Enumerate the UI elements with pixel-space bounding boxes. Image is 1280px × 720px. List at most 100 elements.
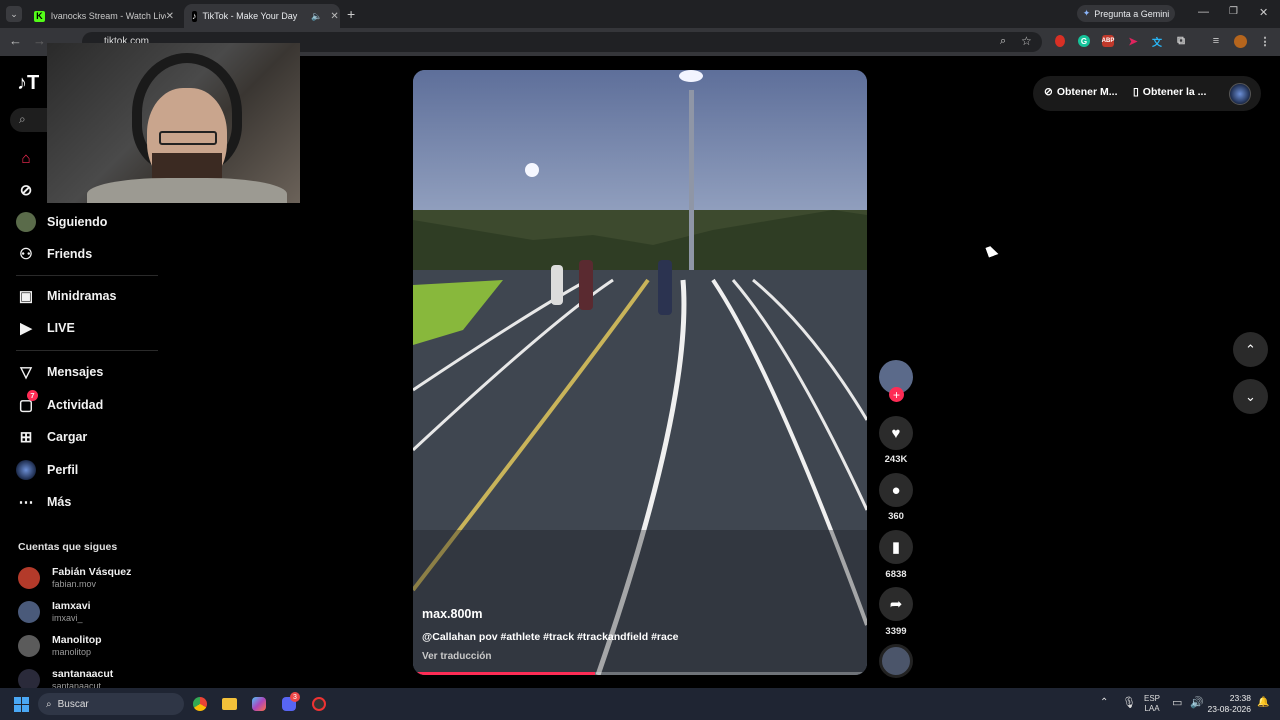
share-button[interactable]: ➦ (879, 587, 913, 621)
sidebar-item-actividad[interactable]: ▢ 7 Actividad (16, 390, 104, 415)
avatar (18, 634, 40, 657)
microphone-icon[interactable]: 🎙 (1122, 696, 1136, 709)
tab-list-menu-button[interactable]: ⌄ (6, 6, 22, 22)
live-icon: ▶ (20, 320, 32, 337)
tiktok-logo[interactable]: ♪T (17, 72, 39, 95)
following-username: manolitop (52, 647, 92, 657)
discord-icon[interactable]: 3 (282, 692, 300, 711)
language-indicator[interactable]: ESP LAA (1144, 694, 1160, 714)
gemini-label: Pregunta a Gemini (1094, 8, 1170, 19)
close-window-button[interactable]: ✕ (1259, 6, 1268, 19)
sidebar-item-minidramas[interactable]: ▣ Minidramas (16, 286, 117, 306)
get-desktop-app-button[interactable]: ▯ Obtener la ... (1133, 86, 1206, 98)
reading-list-icon[interactable]: ≡ (1210, 35, 1222, 47)
tab-tiktok[interactable]: ♪ TikTok - Make Your Day 🔈 ✕ (184, 4, 340, 28)
video-frame (413, 70, 867, 675)
following-item[interactable]: Iamxavi imxavi_ (18, 600, 91, 623)
following-item[interactable]: Fabián Vásquez fabian.mov (18, 566, 131, 589)
back-icon[interactable]: ← (9, 33, 22, 48)
profile-avatar-icon[interactable] (1234, 35, 1247, 48)
sidebar-item-live[interactable]: ▶ LIVE (16, 318, 75, 338)
sidebar-item-cargar[interactable]: ⊞ Cargar (16, 427, 88, 447)
following-avatar (16, 212, 36, 232)
comment-count: 360 (888, 511, 904, 522)
like-button[interactable]: ♥ (879, 416, 913, 450)
gemini-button[interactable]: ✦ Pregunta a Gemini (1077, 5, 1175, 22)
following-name: santanaacut (52, 668, 114, 680)
following-item[interactable]: Manolitop manolitop (18, 634, 102, 657)
video-player[interactable]: max.800m @Callahan pov #athlete #track #… (413, 70, 867, 675)
copilot-icon[interactable] (252, 697, 266, 711)
profile-avatar (16, 460, 36, 480)
tab-ivanocks-stream[interactable]: K Ivanocks Stream - Watch Live o ✕ (26, 4, 182, 28)
audio-playing-icon[interactable]: 🔈 (311, 11, 322, 22)
sidebar-item-home[interactable]: ⌂ (16, 148, 47, 168)
clock[interactable]: 23:38 23-08-2026 (1205, 693, 1251, 715)
new-tab-button[interactable]: + (347, 6, 355, 22)
sidebar-item-mas[interactable]: ⋯ Más (16, 492, 72, 512)
browser-tab-bar: ⌄ K Ivanocks Stream - Watch Live o ✕ ♪ T… (0, 0, 1280, 28)
taskbar-search[interactable]: ⌕ Buscar (38, 693, 184, 715)
chevron-up-icon: ⌃ (1245, 341, 1256, 357)
file-explorer-icon[interactable] (222, 698, 237, 710)
friends-icon: ⚇ (19, 246, 33, 263)
bookmark-star-icon[interactable]: ☆ (1021, 34, 1032, 48)
app-taskbar-icon[interactable] (312, 697, 326, 711)
kick-icon: K (34, 10, 45, 22)
extensions-puzzle-icon[interactable]: ⧉ (1175, 35, 1187, 47)
sidebar-item-label: Cargar (47, 430, 88, 444)
share-icon: ➦ (889, 596, 903, 613)
adblock-icon[interactable]: ABP (1102, 35, 1114, 47)
activity-badge: 7 (27, 390, 38, 401)
save-button[interactable]: ▮ (879, 530, 913, 564)
follow-plus-button[interactable]: + (889, 387, 904, 402)
translate-link[interactable]: Ver traducción (422, 651, 491, 662)
save-count: 6838 (885, 569, 907, 580)
translate-extension-icon[interactable]: 文 (1151, 35, 1163, 49)
sidebar-item-mensajes[interactable]: ▽ Mensajes (16, 362, 103, 382)
avatar (18, 566, 40, 589)
close-tab-icon[interactable]: ✕ (166, 11, 174, 22)
phone-icon: ▯ (1133, 86, 1139, 98)
comment-button[interactable]: ● (879, 473, 913, 507)
chrome-menu-icon[interactable]: ⋮ (1259, 35, 1271, 48)
following-name: Iamxavi (52, 600, 91, 612)
close-tab-icon[interactable]: ✕ (330, 11, 338, 22)
previous-video-button[interactable]: ⌃ (1233, 332, 1268, 367)
extension-tag-icon[interactable]: ➤ (1127, 35, 1139, 48)
sidebar-divider (16, 275, 158, 276)
activity-icon: ▢ 7 (16, 390, 38, 415)
video-author[interactable]: max.800m (422, 607, 482, 621)
gemini-icon: ✦ (1082, 8, 1091, 18)
network-icon[interactable]: ▭ (1172, 696, 1182, 709)
tray-chevron-icon[interactable]: ⌃ (1100, 697, 1108, 708)
minimize-window-button[interactable]: — (1198, 6, 1209, 18)
chrome-taskbar-icon[interactable] (193, 697, 207, 711)
extension-red-icon[interactable] (1055, 35, 1065, 47)
music-disc[interactable] (879, 644, 913, 678)
sidebar-item-label: Minidramas (47, 289, 117, 303)
chevron-down-icon: ⌄ (1245, 388, 1256, 404)
language-code: ESP (1144, 694, 1161, 703)
zoom-icon[interactable]: ⌕ (1000, 35, 1006, 48)
video-progress-track[interactable] (413, 672, 867, 675)
volume-icon[interactable]: 🔊 (1190, 696, 1204, 709)
get-app-button[interactable]: ⊘ Obtener M... (1044, 86, 1118, 98)
sidebar-item-explore[interactable]: ⊘ (16, 180, 47, 200)
sidebar-item-perfil[interactable]: Perfil (16, 460, 78, 480)
grammarly-icon[interactable]: G (1078, 35, 1090, 47)
sidebar-item-siguiendo[interactable]: Siguiendo (16, 212, 107, 232)
webcam-overlay (47, 43, 300, 203)
next-video-button[interactable]: ⌄ (1233, 379, 1268, 414)
clock-date: 23-08-2026 (1207, 704, 1251, 714)
profile-avatar[interactable] (1229, 83, 1251, 105)
windows-start-icon[interactable] (14, 697, 29, 712)
share-count: 3399 (885, 626, 907, 637)
sidebar-item-label: Perfil (47, 463, 79, 477)
notification-bell-icon[interactable]: 🔔 (1257, 697, 1269, 708)
sidebar-item-friends[interactable]: ⚇ Friends (16, 244, 92, 264)
forward-icon[interactable]: → (33, 33, 46, 48)
sidebar-item-label: Actividad (47, 398, 104, 412)
restore-window-button[interactable]: ❐ (1229, 6, 1238, 17)
clock-time: 23:38 (1229, 693, 1251, 703)
